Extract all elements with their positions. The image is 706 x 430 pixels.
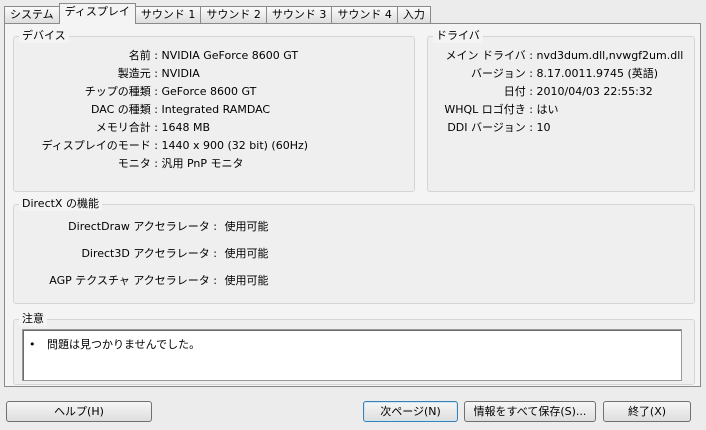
device-label: 名前 : bbox=[128, 49, 158, 62]
note-text: 問題は見つかりませんでした。 bbox=[47, 338, 201, 351]
tab-sound-3[interactable]: サウンド 3 bbox=[265, 6, 333, 24]
device-row: モニタ : 汎用 PnP モニタ bbox=[5, 157, 244, 171]
driver-group-title: ドライバ bbox=[433, 29, 483, 43]
driver-row: DDI バージョン : 10 bbox=[425, 121, 551, 135]
driver-value: はい bbox=[536, 103, 559, 116]
driver-value: nvd3dum.dll,nvwgf2um.dll,nvw bbox=[536, 49, 684, 62]
device-row: ディスプレイのモード : 1440 x 900 (32 bit) (60Hz) bbox=[5, 139, 308, 153]
next-page-button[interactable]: 次ページ(N) bbox=[363, 401, 458, 422]
driver-value: 2010/04/03 22:55:32 bbox=[536, 85, 653, 98]
driver-row: バージョン : 8.17.0011.9745 (英語) bbox=[425, 67, 658, 81]
device-value: GeForce 8600 GT bbox=[161, 85, 257, 98]
device-label: ディスプレイのモード : bbox=[41, 139, 158, 152]
device-label: 製造元 : bbox=[117, 67, 158, 80]
device-value: Integrated RAMDAC bbox=[161, 103, 271, 116]
driver-label: バージョン : bbox=[471, 67, 533, 80]
directx-value: 使用可能 bbox=[224, 247, 269, 260]
directx-label: Direct3D アクセラレータ : bbox=[81, 247, 217, 260]
device-value: NVIDIA GeForce 8600 GT bbox=[161, 49, 299, 62]
device-row: メモリ合計 : 1648 MB bbox=[5, 121, 210, 135]
device-row: 製造元 : NVIDIA bbox=[5, 67, 200, 81]
device-label: メモリ合計 : bbox=[95, 121, 158, 134]
driver-label: 日付 : bbox=[503, 85, 533, 98]
directx-row: DirectDraw アクセラレータ : 使用可能 bbox=[5, 220, 269, 234]
tab-sound-2[interactable]: サウンド 2 bbox=[200, 6, 267, 24]
notes-textbox[interactable]: • 問題は見つかりませんでした。 bbox=[22, 329, 682, 381]
device-value: 1440 x 900 (32 bit) (60Hz) bbox=[161, 139, 309, 152]
device-value: 汎用 PnP モニタ bbox=[161, 157, 244, 170]
help-button[interactable]: ヘルプ(H) bbox=[6, 401, 152, 422]
note-bullet: • bbox=[29, 338, 36, 351]
device-value: NVIDIA bbox=[161, 67, 200, 80]
directx-row: Direct3D アクセラレータ : 使用可能 bbox=[5, 247, 269, 261]
directx-row: AGP テクスチャ アクセラレータ : 使用可能 bbox=[5, 274, 269, 288]
directx-value: 使用可能 bbox=[224, 220, 269, 233]
driver-value: 10 bbox=[536, 121, 551, 134]
device-value: 1648 MB bbox=[161, 121, 211, 134]
device-label: モニタ : bbox=[117, 157, 158, 170]
driver-row: メイン ドライバ : nvd3dum.dll,nvwgf2um.dll,nvw bbox=[425, 49, 683, 63]
exit-button[interactable]: 終了(X) bbox=[603, 401, 691, 422]
device-row: DAC の種類 : Integrated RAMDAC bbox=[5, 103, 270, 117]
tab-system[interactable]: システム bbox=[4, 6, 60, 24]
directx-value: 使用可能 bbox=[224, 274, 269, 287]
tab-input[interactable]: 入力 bbox=[396, 6, 431, 24]
driver-label: DDI バージョン : bbox=[447, 121, 533, 134]
notes-group-title: 注意 bbox=[19, 312, 47, 326]
device-group-title: デバイス bbox=[19, 29, 69, 43]
directx-group-title: DirectX の機能 bbox=[19, 197, 102, 211]
note-item: • 問題は見つかりませんでした。 bbox=[29, 338, 200, 352]
tab-sound-4[interactable]: サウンド 4 bbox=[331, 6, 398, 24]
device-row: チップの種類 : GeForce 8600 GT bbox=[5, 85, 257, 99]
driver-label: WHQL ロゴ付き : bbox=[444, 103, 533, 116]
device-label: DAC の種類 : bbox=[91, 103, 158, 116]
device-row: 名前 : NVIDIA GeForce 8600 GT bbox=[5, 49, 298, 63]
tab-sound-1[interactable]: サウンド 1 bbox=[134, 6, 202, 24]
tab-display[interactable]: ディスプレイ bbox=[58, 3, 136, 24]
tab-bar: システム ディスプレイ サウンド 1 サウンド 2 サウンド 3 サウンド 4 … bbox=[4, 3, 431, 24]
driver-value: 8.17.0011.9745 (英語) bbox=[536, 67, 659, 80]
driver-row: 日付 : 2010/04/03 22:55:32 bbox=[425, 85, 653, 99]
device-label: チップの種類 : bbox=[84, 85, 158, 98]
save-all-information-button[interactable]: 情報をすべて保存(S)... bbox=[464, 401, 596, 422]
display-tab-panel: デバイス 名前 : NVIDIA GeForce 8600 GT 製造元 : N… bbox=[4, 23, 701, 387]
driver-label: メイン ドライバ : bbox=[445, 49, 533, 62]
directx-label: DirectDraw アクセラレータ : bbox=[68, 220, 217, 233]
directx-label: AGP テクスチャ アクセラレータ : bbox=[49, 274, 217, 287]
driver-row: WHQL ロゴ付き : はい bbox=[425, 103, 559, 117]
